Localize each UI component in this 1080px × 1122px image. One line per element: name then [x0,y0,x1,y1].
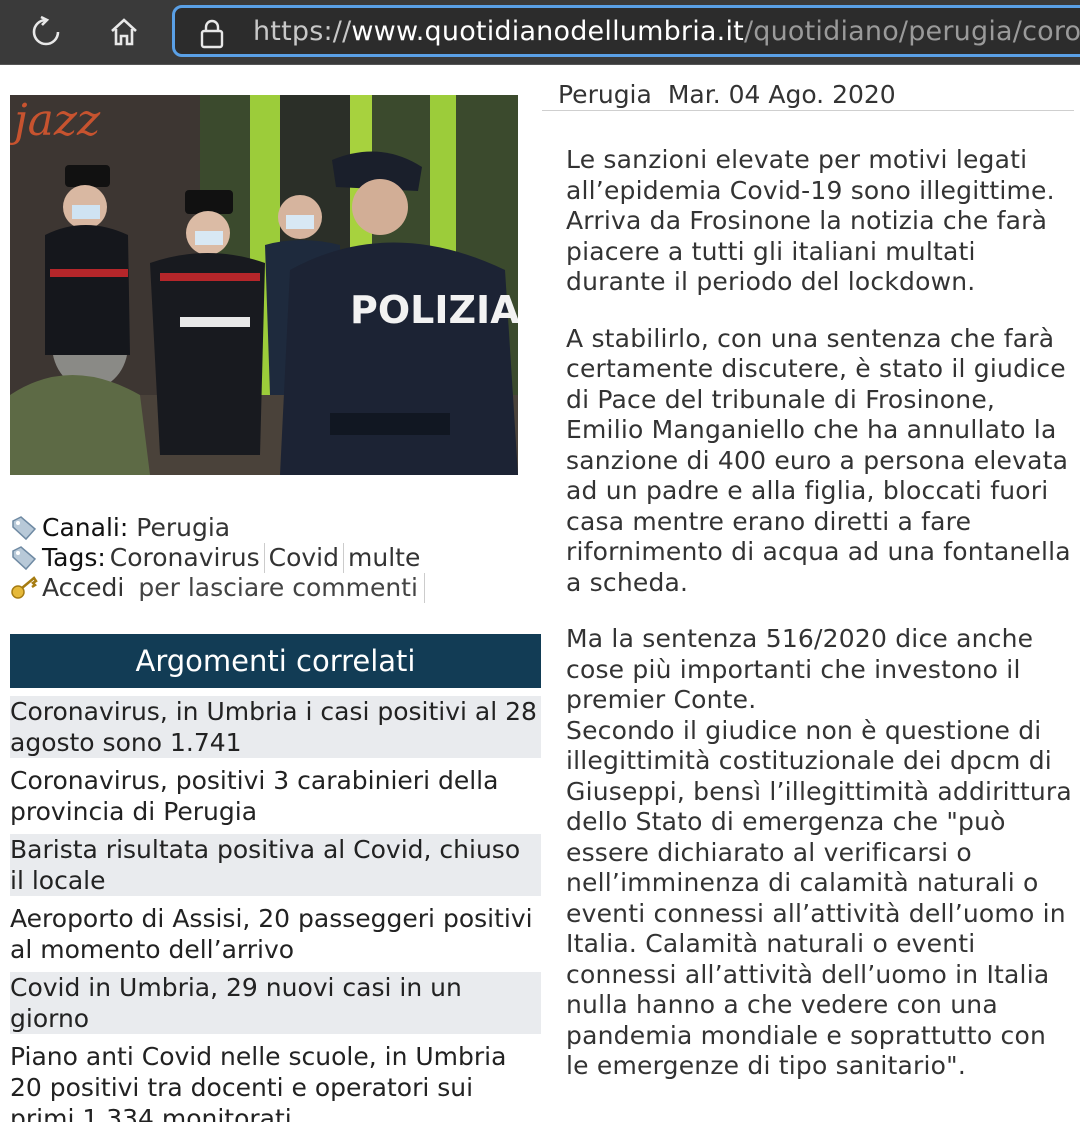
related-item[interactable]: Coronavirus, positivi 3 carabinieri dell… [10,765,541,827]
url-text: https://www.quotidianodellumbria.it/quot… [253,17,1080,47]
key-icon [11,576,38,599]
login-row: Accedi per lasciare commenti [10,573,540,603]
browser-toolbar: https://www.quotidianodellumbria.it/quot… [0,0,1080,65]
tags-row: Tags: Coronavirus Covid multe [10,543,540,573]
lock-icon [200,19,224,49]
url-path: /quotidiano/perugia/coronavirus [743,16,1080,47]
channels-row: Canali: Perugia [10,513,540,543]
related-topics-list: Coronavirus, in Umbria i casi positivi a… [10,696,541,1122]
article-location: Perugia [558,80,652,109]
home-icon [111,18,137,46]
related-item[interactable]: Coronavirus, in Umbria i casi positivi a… [10,696,541,758]
tag-link-coronavirus[interactable]: Coronavirus [106,543,265,573]
tag-icon [12,546,37,571]
reload-button[interactable] [24,10,68,54]
url-scheme: https:// [253,16,352,47]
article-dateline: Perugia Mar. 04 Ago. 2020 [542,80,1074,111]
tags-label: Tags: [42,543,106,572]
tag-icon [12,516,37,541]
article-paragraph: A stabilirlo, con una sentenza che farà … [566,323,1071,597]
article-body: Le sanzioni elevate per motivi legati al… [566,145,1076,1082]
police-label: POLIZIA [350,288,518,332]
login-suffix: per lasciare commenti [138,573,425,603]
home-button[interactable] [102,10,146,54]
article-paragraph: Secondo il giudice non è questione di il… [566,715,1072,1081]
login-link[interactable]: Accedi [42,573,124,603]
police-scene-image: jazz POLIZIA [10,95,518,475]
tag-link-covid[interactable]: Covid [265,543,344,573]
sign-text: jazz [10,95,101,146]
related-item[interactable]: Aeroporto di Assisi, 20 passeggeri posit… [10,903,541,965]
tag-link-multe[interactable]: multe [344,543,424,573]
article-photo: jazz POLIZIA [10,95,518,475]
related-item[interactable]: Piano anti Covid nelle scuole, in Umbria… [10,1041,541,1122]
reload-icon [32,15,60,46]
channel-link-perugia[interactable]: Perugia [136,513,230,543]
article-meta: Canali: Perugia Tags: Coronavirus Covid … [10,513,540,603]
channels-label: Canali: [42,513,129,542]
url-host: www.quotidianodellumbria.it [351,16,744,47]
related-topics-header: Argomenti correlati [10,634,541,688]
article-paragraph: Ma la sentenza 516/2020 dice anche cose … [566,624,1034,714]
related-item[interactable]: Covid in Umbria, 29 nuovi casi in un gio… [10,972,541,1034]
related-item[interactable]: Barista risultata positiva al Covid, chi… [10,834,541,896]
address-bar[interactable]: https://www.quotidianodellumbria.it/quot… [172,5,1080,57]
article-paragraph: Le sanzioni elevate per motivi legati al… [566,145,1055,296]
article-date: Mar. 04 Ago. 2020 [667,80,896,109]
